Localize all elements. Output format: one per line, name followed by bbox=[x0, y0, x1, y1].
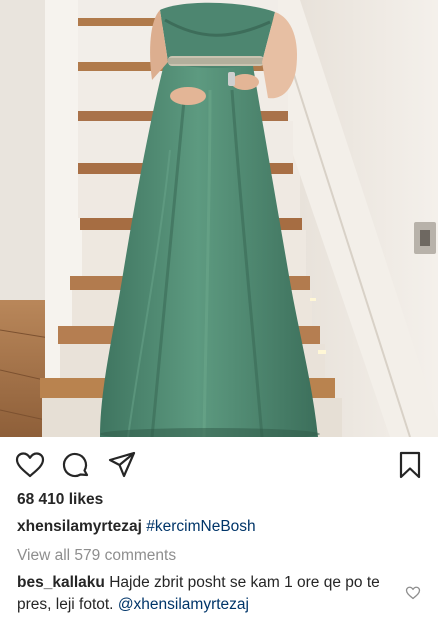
comment-username[interactable]: bes_kallaku bbox=[17, 574, 105, 591]
save-button[interactable] bbox=[394, 449, 426, 481]
likes-count[interactable]: 68 410 likes bbox=[17, 491, 103, 509]
action-bar bbox=[0, 449, 438, 481]
post-photo[interactable] bbox=[0, 0, 438, 437]
comment-icon bbox=[62, 452, 89, 478]
photo-illustration bbox=[0, 0, 438, 437]
caption-hashtag[interactable]: #kercimNeBosh bbox=[146, 518, 255, 535]
view-all-comments-link[interactable]: View all 579 comments bbox=[17, 547, 176, 565]
comment-mention[interactable]: @xhensilamyrtezaj bbox=[118, 596, 249, 613]
share-icon bbox=[108, 451, 136, 478]
share-button[interactable] bbox=[106, 449, 138, 481]
bookmark-icon bbox=[399, 451, 421, 479]
comment-item: bes_kallaku Hajde zbrit posht se kam 1 o… bbox=[17, 572, 389, 616]
small-heart-icon bbox=[405, 586, 421, 600]
comment-button[interactable] bbox=[60, 449, 92, 481]
heart-icon bbox=[15, 452, 45, 478]
caption-username[interactable]: xhensilamyrtezaj bbox=[17, 518, 142, 535]
comment-like-button[interactable] bbox=[405, 585, 421, 601]
like-button[interactable] bbox=[14, 449, 46, 481]
post-caption: xhensilamyrtezaj #kercimNeBosh bbox=[17, 518, 256, 536]
